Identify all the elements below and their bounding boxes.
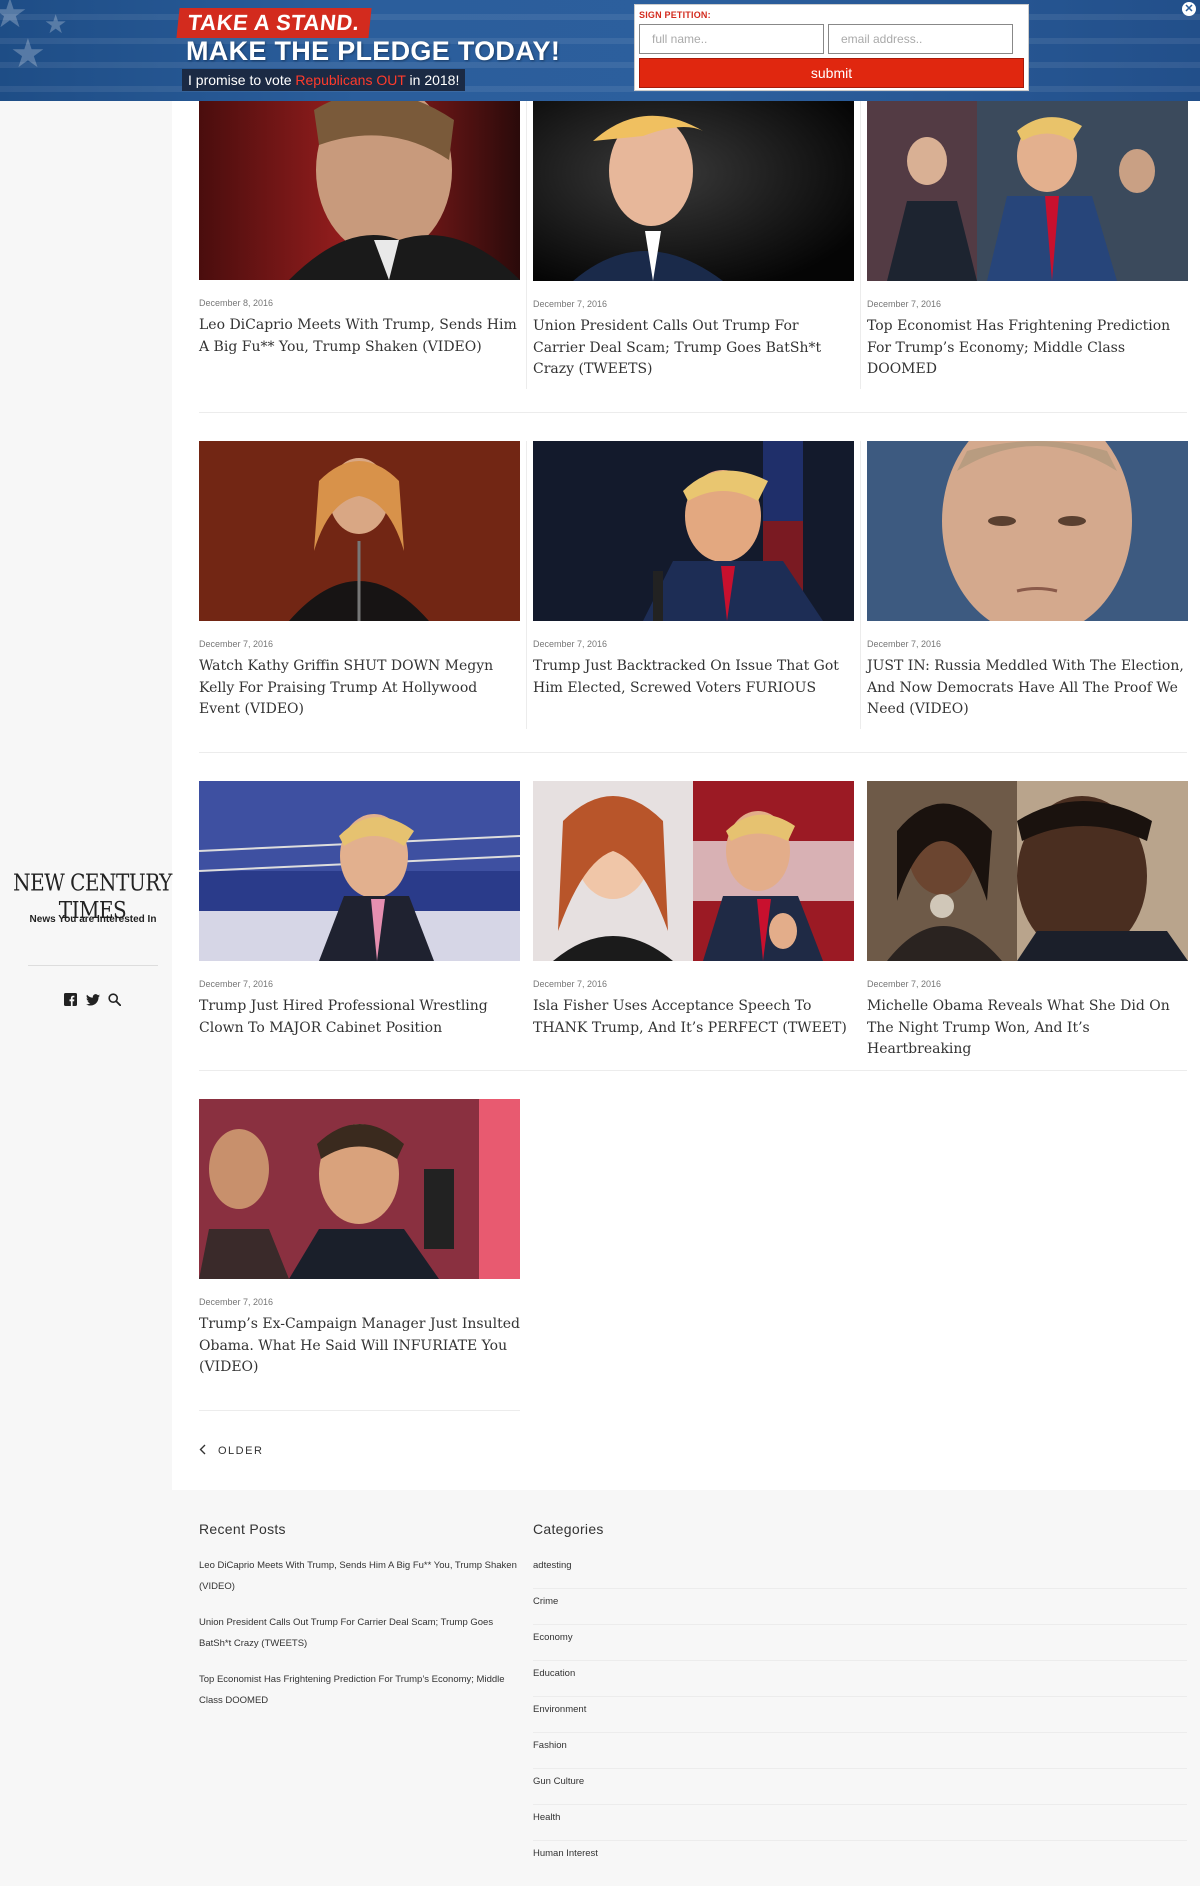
post-card[interactable]: December 8, 2016 Leo DiCaprio Meets With… — [199, 100, 520, 358]
search-icon[interactable] — [108, 993, 122, 1007]
category-link[interactable]: Crime — [533, 1589, 1187, 1625]
category-link[interactable]: Economy — [533, 1625, 1187, 1661]
post-thumbnail[interactable] — [199, 100, 520, 280]
post-date: December 7, 2016 — [867, 979, 942, 989]
post-thumbnail[interactable] — [533, 781, 854, 961]
close-icon[interactable]: ✕ — [1182, 2, 1196, 16]
recent-posts-list: Leo DiCaprio Meets With Trump, Sends Him… — [199, 1555, 520, 1726]
petition-banner: ★ ★ ★ TAKE A STAND. MAKE THE PLEDGE TODA… — [0, 0, 1200, 101]
post-card[interactable]: December 7, 2016 Top Economist Has Frigh… — [867, 101, 1188, 381]
post-thumbnail[interactable] — [867, 101, 1188, 281]
post-title[interactable]: Top Economist Has Frightening Prediction… — [867, 316, 1188, 381]
post-title[interactable]: Union President Calls Out Trump For Carr… — [533, 316, 854, 381]
post-date: December 7, 2016 — [867, 639, 942, 649]
category-link[interactable]: adtesting — [533, 1553, 1187, 1589]
post-title[interactable]: Trump Just Hired Professional Wrestling … — [199, 996, 520, 1039]
post-thumbnail[interactable] — [533, 101, 854, 281]
sidebar: NEW CENTURY TIMES News You are Intereste… — [0, 0, 172, 1886]
post-thumbnail[interactable] — [199, 781, 520, 961]
twitter-icon[interactable] — [86, 993, 100, 1007]
recent-post-link[interactable]: Leo DiCaprio Meets With Trump, Sends Him… — [199, 1555, 520, 1597]
social-links — [64, 993, 122, 1007]
column-separator — [860, 441, 861, 729]
category-link[interactable]: Gun Culture — [533, 1769, 1187, 1805]
banner-title-line1: TAKE A STAND. — [176, 8, 372, 38]
category-link[interactable]: Environment — [533, 1697, 1187, 1733]
post-date: December 7, 2016 — [199, 979, 274, 989]
post-date: December 7, 2016 — [533, 639, 608, 649]
email-input[interactable] — [828, 24, 1013, 54]
post-date: December 7, 2016 — [199, 1297, 274, 1307]
older-label: OLDER — [218, 1445, 264, 1457]
post-thumbnail[interactable] — [533, 441, 854, 621]
row-separator — [199, 1410, 520, 1411]
post-card[interactable]: December 7, 2016 Watch Kathy Griffin SHU… — [199, 441, 520, 721]
post-card[interactable]: December 7, 2016 Trump’s Ex-Campaign Man… — [199, 1099, 520, 1379]
post-title[interactable]: Michelle Obama Reveals What She Did On T… — [867, 996, 1188, 1061]
column-separator — [526, 101, 527, 389]
banner-title-line2: MAKE THE PLEDGE TODAY! — [186, 36, 561, 66]
site-tagline: News You are Interested In — [29, 914, 157, 925]
post-date: December 7, 2016 — [867, 299, 942, 309]
category-link[interactable]: Fashion — [533, 1733, 1187, 1769]
post-title[interactable]: Watch Kathy Griffin SHUT DOWN Megyn Kell… — [199, 656, 520, 721]
sidebar-divider — [28, 965, 158, 966]
post-card[interactable]: December 7, 2016 Trump Just Hired Profes… — [199, 781, 520, 1039]
recent-post-link[interactable]: Union President Calls Out Trump For Carr… — [199, 1612, 520, 1654]
post-thumbnail[interactable] — [199, 441, 520, 621]
pledge-text-pre: I promise to vote — [188, 72, 296, 88]
category-link[interactable]: Human Interest — [533, 1841, 1187, 1877]
post-title[interactable]: JUST IN: Russia Meddled With The Electio… — [867, 656, 1188, 721]
chevron-left-icon — [199, 1444, 206, 1458]
post-date: December 7, 2016 — [533, 299, 608, 309]
petition-label: SIGN PETITION: — [639, 10, 711, 20]
row-separator — [199, 752, 1187, 753]
post-card[interactable]: December 7, 2016 Trump Just Backtracked … — [533, 441, 854, 699]
category-link[interactable]: Health — [533, 1805, 1187, 1841]
recent-posts-title: Recent Posts — [199, 1521, 286, 1537]
submit-button[interactable]: submit — [639, 58, 1024, 88]
recent-post-link[interactable]: Top Economist Has Frightening Prediction… — [199, 1669, 520, 1711]
post-card[interactable]: December 7, 2016 Isla Fisher Uses Accept… — [533, 781, 854, 1039]
facebook-icon[interactable] — [64, 993, 78, 1007]
post-title[interactable]: Isla Fisher Uses Acceptance Speech To TH… — [533, 996, 854, 1039]
post-title[interactable]: Leo DiCaprio Meets With Trump, Sends Him… — [199, 315, 520, 358]
post-thumbnail[interactable] — [867, 781, 1188, 961]
post-date: December 7, 2016 — [533, 979, 608, 989]
star-decoration: ★ ★ ★ — [0, 0, 68, 76]
banner-pledge-text: I promise to vote Republicans OUT in 201… — [182, 69, 466, 91]
petition-form: SIGN PETITION: submit — [634, 4, 1029, 91]
post-date: December 8, 2016 — [199, 298, 274, 308]
category-link[interactable]: Education — [533, 1661, 1187, 1697]
pledge-text-post: in 2018! — [405, 72, 460, 88]
banner-headline: TAKE A STAND. MAKE THE PLEDGE TODAY! I p… — [176, 8, 561, 91]
post-title[interactable]: Trump’s Ex-Campaign Manager Just Insulte… — [199, 1314, 520, 1379]
post-card[interactable]: December 7, 2016 Michelle Obama Reveals … — [867, 781, 1188, 1061]
older-posts-link[interactable]: OLDER — [199, 1444, 263, 1458]
post-date: December 7, 2016 — [199, 639, 274, 649]
post-thumbnail[interactable] — [199, 1099, 520, 1279]
categories-title: Categories — [533, 1521, 604, 1537]
full-name-input[interactable] — [639, 24, 824, 54]
row-separator — [199, 1070, 1187, 1071]
row-separator — [199, 412, 1187, 413]
column-separator — [860, 101, 861, 389]
column-separator — [526, 441, 527, 729]
pledge-text-highlight: Republicans OUT — [295, 72, 406, 88]
post-title[interactable]: Trump Just Backtracked On Issue That Got… — [533, 656, 854, 699]
post-thumbnail[interactable] — [867, 441, 1188, 621]
categories-list: adtesting Crime Economy Education Enviro… — [533, 1553, 1187, 1877]
post-card[interactable]: December 7, 2016 JUST IN: Russia Meddled… — [867, 441, 1188, 721]
post-card[interactable]: December 7, 2016 Union President Calls O… — [533, 101, 854, 381]
